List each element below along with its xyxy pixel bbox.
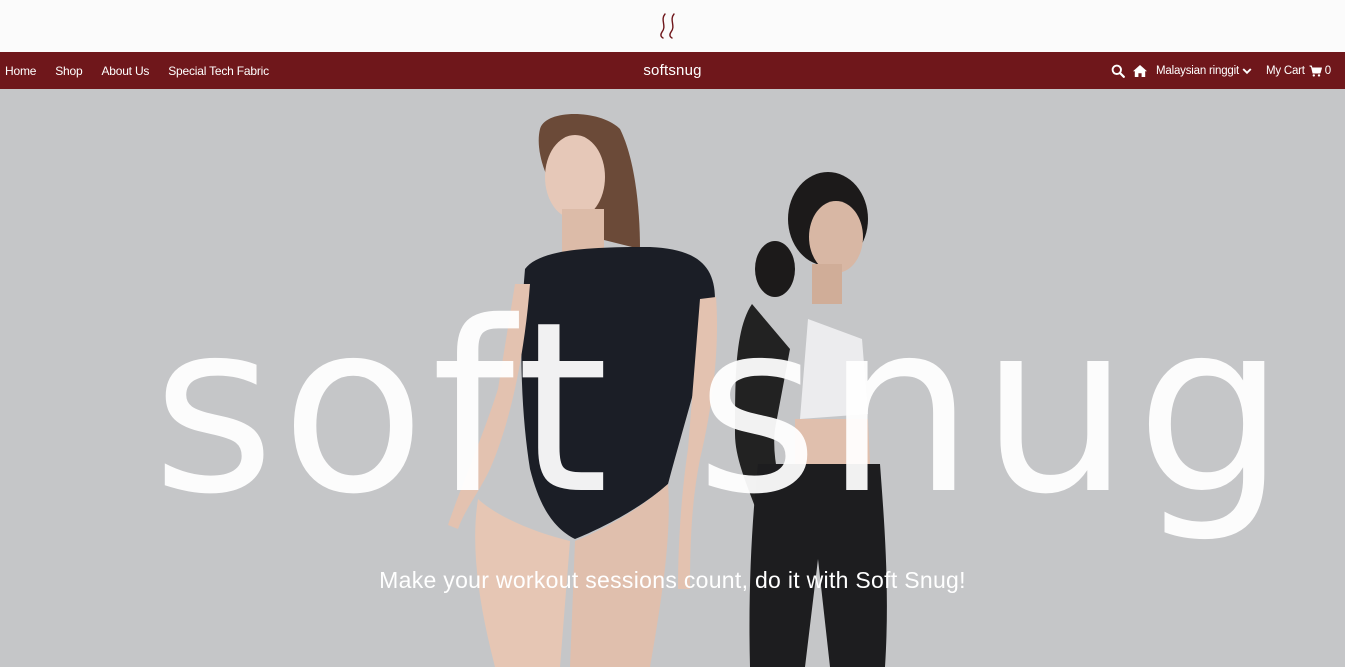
main-navbar: Home Shop About Us Special Tech Fabric s… [0, 52, 1345, 89]
home-icon[interactable] [1132, 64, 1148, 78]
cart-button[interactable]: My Cart 0 [1266, 65, 1331, 77]
search-icon[interactable] [1111, 64, 1125, 78]
hero-headline: soft snug [152, 271, 1292, 546]
top-logo-bar [0, 0, 1345, 52]
chevron-down-icon [1242, 67, 1252, 74]
cart-icon [1309, 64, 1322, 77]
nav-link-shop[interactable]: Shop [55, 64, 82, 78]
currency-label: Malaysian ringgit [1156, 64, 1239, 77]
softsnug-logo-icon[interactable] [657, 12, 681, 40]
brand-title[interactable]: softsnug [643, 62, 701, 79]
nav-link-home[interactable]: Home [5, 64, 36, 78]
hero-tagline: Make your workout sessions count, do it … [379, 567, 966, 593]
hero-banner: soft snug Make your workout sessions cou… [0, 89, 1345, 667]
nav-link-about-us[interactable]: About Us [101, 64, 149, 78]
nav-actions: Malaysian ringgit My Cart 0 [1111, 52, 1331, 89]
cart-label: My Cart [1265, 64, 1305, 77]
nav-link-special-tech-fabric[interactable]: Special Tech Fabric [168, 64, 269, 78]
nav-links: Home Shop About Us Special Tech Fabric [5, 52, 269, 89]
currency-selector[interactable]: Malaysian ringgit [1156, 65, 1252, 77]
cart-count: 0 [1324, 64, 1331, 77]
